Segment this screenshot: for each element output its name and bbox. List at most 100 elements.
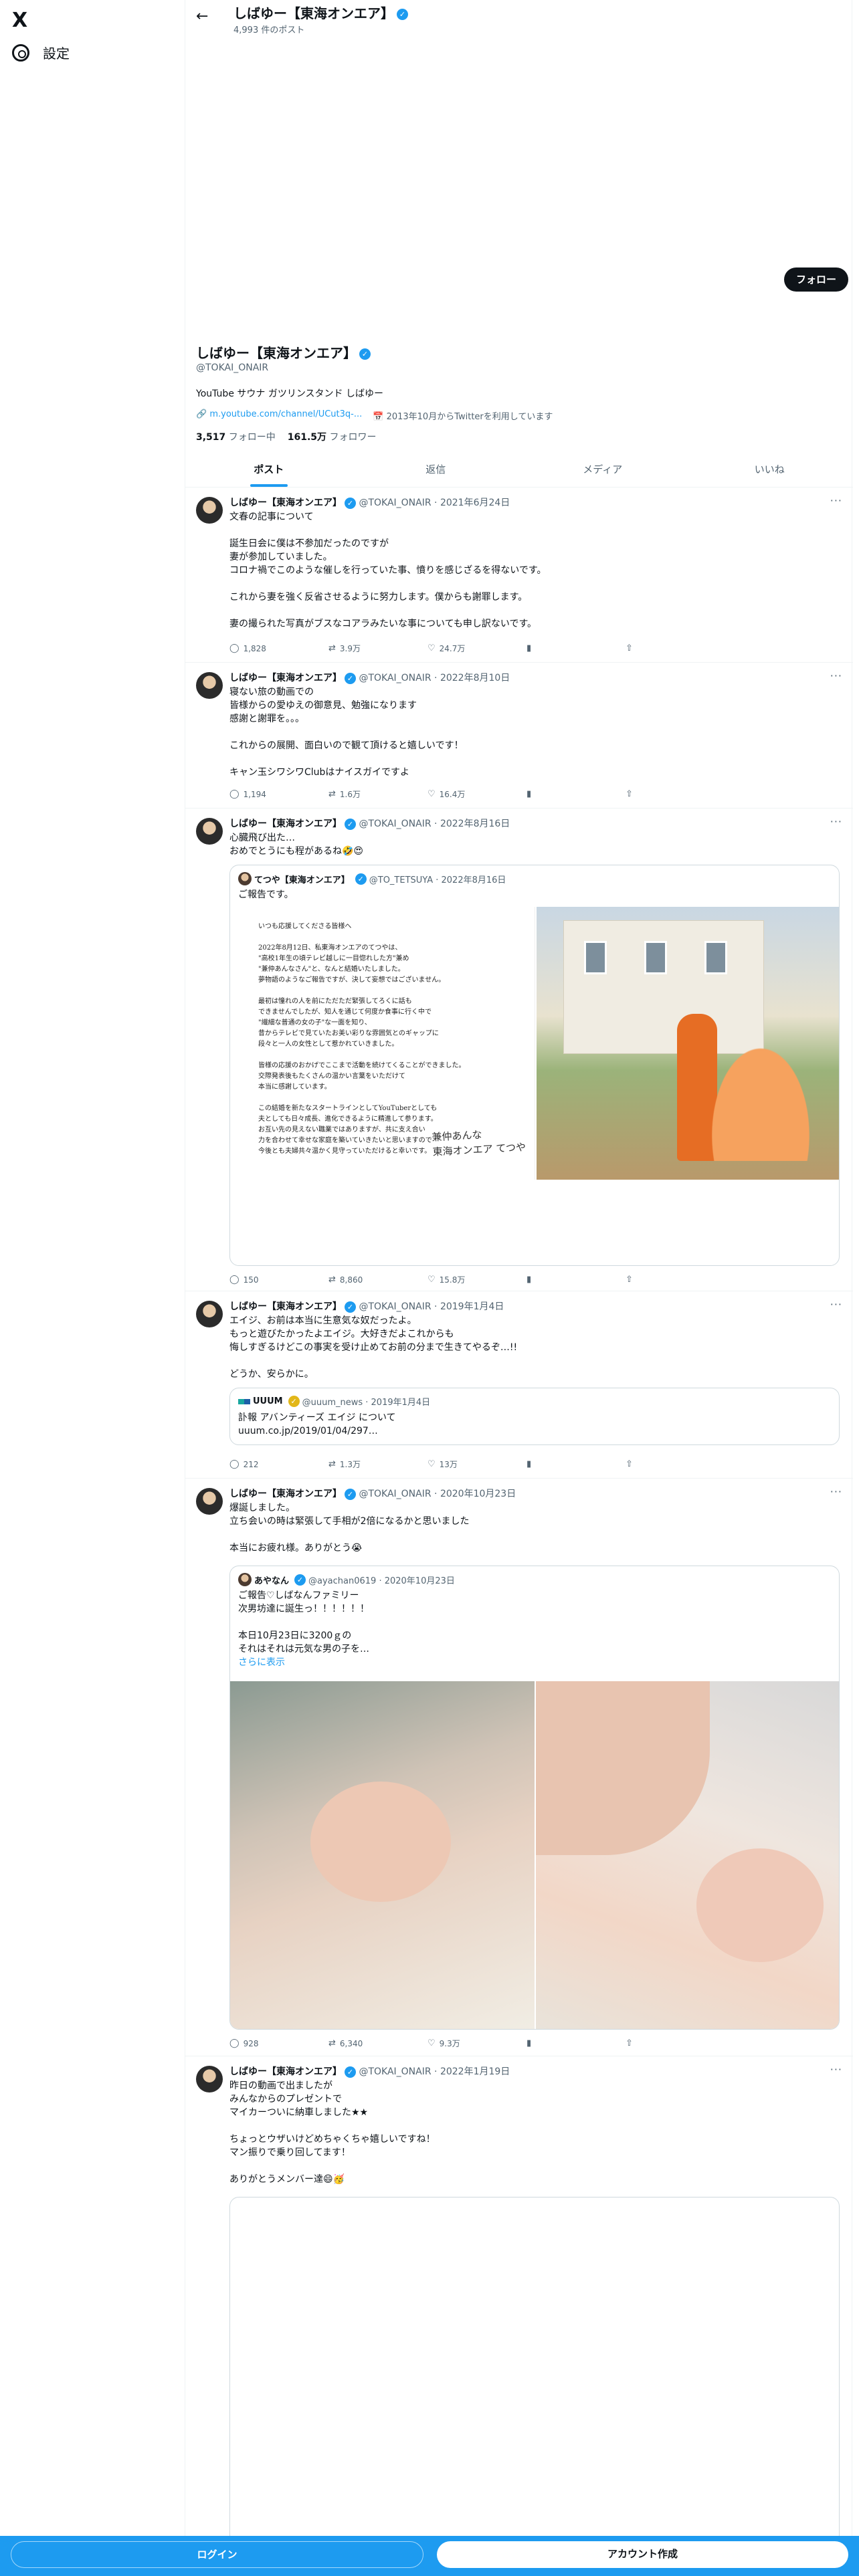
avatar[interactable] [196, 2066, 223, 2092]
tweet[interactable]: しばゆー【東海オンエア】 ✓ @TOKAI_ONAIR · 2022年8月10日 … [185, 663, 853, 809]
author-meta[interactable]: @TOKAI_ONAIR · 2022年1月19日 [359, 2066, 510, 2077]
retweet-button[interactable]: ⇄ 1.6万 [328, 788, 427, 800]
views-button[interactable]: ▮ [527, 2038, 626, 2049]
reply-button[interactable]: ◯ 212 [229, 1459, 328, 1470]
more-options-icon[interactable]: ··· [830, 1298, 842, 1311]
share-button[interactable]: ⇧ [626, 788, 646, 800]
mother-newborn-photo[interactable] [536, 1681, 839, 2029]
signup-button[interactable]: アカウント作成 [437, 2541, 848, 2568]
retweet-button[interactable]: ⇄ 6,340 [328, 2038, 427, 2049]
tweet[interactable]: しばゆー【東海オンエア】 ✓ @TOKAI_ONAIR · 2019年1月4日 ·… [185, 1291, 853, 1479]
author-name[interactable]: しばゆー【東海オンエア】 [229, 2066, 342, 2077]
post-count: 4,993 件のポスト [233, 25, 305, 35]
tweet-actions: ◯ 928 ⇄ 6,340 ♡ 9.3万 ▮ ⇧ [229, 2038, 646, 2049]
tab-replies[interactable]: 返信 [353, 452, 520, 487]
tweet-text: 寝ない旅の動画での 皆様からの愛ゆえの御意見、勉強になります 感謝と謝罪を。。。… [229, 687, 464, 778]
more-options-icon[interactable]: ··· [830, 2063, 842, 2076]
avatar[interactable] [196, 672, 223, 699]
author-meta[interactable]: @TOKAI_ONAIR · 2022年8月10日 [359, 673, 510, 683]
show-more-link[interactable]: さらに表示 [238, 1657, 285, 1668]
profile-link[interactable]: 🔗 m.youtube.com/channel/UCut3q-... [196, 409, 362, 422]
author-name[interactable]: しばゆー【東海オンエア】 [229, 1489, 342, 1499]
author-name[interactable]: しばゆー【東海オンエア】 [229, 1301, 342, 1312]
wedding-photo[interactable] [537, 907, 839, 1180]
share-button[interactable]: ⇧ [626, 2038, 646, 2049]
reply-button[interactable]: ◯ 1,194 [229, 788, 328, 800]
author-name[interactable]: しばゆー【東海オンエア】 [229, 498, 342, 508]
followers-link[interactable]: 161.5万 フォロワー [288, 430, 377, 443]
newborn-photo[interactable] [230, 1681, 535, 2029]
window-shape [644, 941, 667, 974]
retweet-icon: ⇄ [328, 643, 336, 653]
retweet-count: 1.6万 [339, 790, 361, 799]
retweet-button[interactable]: ⇄ 8,860 [328, 1274, 427, 1285]
tweet-actions: ◯ 1,194 ⇄ 1.6万 ♡ 16.4万 ▮ ⇧ [229, 788, 646, 800]
like-button[interactable]: ♡ 15.8万 [427, 1274, 527, 1285]
more-options-icon[interactable]: ··· [830, 1485, 842, 1498]
reply-button[interactable]: ◯ 150 [229, 1274, 328, 1285]
following-link[interactable]: 3,517 フォロー中 [196, 430, 276, 443]
reply-button[interactable]: ◯ 928 [229, 2038, 328, 2049]
tab-media[interactable]: メディア [519, 452, 686, 487]
like-button[interactable]: ♡ 13万 [427, 1459, 527, 1470]
author-name[interactable]: しばゆー【東海オンエア】 [229, 819, 342, 829]
quoted-tweet[interactable]: あやなん ✓ @ayachan0619 · 2020年10月23日 ご報告♡しばなん… [229, 1566, 840, 2030]
quote-author-meta: @uuum_news · 2019年1月4日 [302, 1398, 431, 1408]
share-button[interactable]: ⇧ [626, 1274, 646, 1285]
tweet[interactable]: しばゆー【東海オンエア】 ✓ @TOKAI_ONAIR · 2020年10月23日… [185, 1479, 853, 2056]
tab-likes[interactable]: いいね [686, 452, 854, 487]
retweet-button[interactable]: ⇄ 3.9万 [328, 643, 427, 654]
views-button[interactable]: ▮ [527, 1274, 626, 1285]
settings-label: 設定 [43, 45, 70, 62]
more-options-icon[interactable]: ··· [830, 815, 842, 828]
like-button[interactable]: ♡ 16.4万 [427, 788, 527, 800]
tweet[interactable]: しばゆー【東海オンエア】 ✓ @TOKAI_ONAIR · 2021年6月24日 … [185, 488, 853, 663]
avatar[interactable] [196, 1301, 223, 1327]
follow-button[interactable]: フォロー [784, 267, 848, 292]
quoted-tweet[interactable]: てつや【東海オンエア】 ✓ @TO_TETSUYA · 2022年8月16日 ご報告… [229, 865, 840, 1266]
share-button[interactable]: ⇧ [626, 1459, 646, 1470]
like-count: 24.7万 [439, 644, 466, 653]
tweet-text: 心臓飛び出た… おめでとうにも程があるね🤣😍 [229, 833, 364, 857]
quote-author-name: てつや【東海オンエア】 [254, 875, 350, 885]
tweet[interactable]: しばゆー【東海オンエア】 ✓ @TOKAI_ONAIR · 2022年1月19日 … [185, 2056, 853, 2545]
avatar[interactable] [196, 497, 223, 524]
settings-link[interactable]: 設定 [12, 43, 70, 62]
avatar[interactable] [196, 1488, 223, 1515]
reply-button[interactable]: ◯ 1,828 [229, 643, 328, 654]
following-label: フォロー中 [228, 432, 276, 443]
announcement-letter-image[interactable]: いつも応援してくださる皆様へ 2022年8月12日、私東海オンエアのてつやは、 … [231, 907, 535, 1180]
retweet-button[interactable]: ⇄ 1.3万 [328, 1459, 427, 1470]
back-arrow-icon[interactable]: ← [196, 8, 208, 25]
share-button[interactable]: ⇧ [626, 643, 646, 654]
author-meta[interactable]: @TOKAI_ONAIR · 2022年8月16日 [359, 819, 510, 829]
author-meta[interactable]: @TOKAI_ONAIR · 2021年6月24日 [359, 498, 510, 508]
reply-count: 212 [243, 1459, 259, 1469]
quoted-tweet[interactable]: UUUM ✓ @uuum_news · 2019年1月4日 訃報 アバンティーズ エ… [229, 1388, 840, 1445]
avatar[interactable] [196, 818, 223, 845]
author-meta[interactable]: @TOKAI_ONAIR · 2019年1月4日 [359, 1301, 504, 1312]
views-button[interactable]: ▮ [527, 1459, 626, 1470]
like-button[interactable]: ♡ 24.7万 [427, 643, 527, 654]
media-card[interactable] [229, 2197, 840, 2545]
top-bar: ← しばゆー【東海オンエア】 ✓ 4,993 件のポスト [185, 0, 852, 41]
author-name[interactable]: しばゆー【東海オンエア】 [229, 673, 342, 683]
retweet-icon: ⇄ [328, 789, 336, 799]
retweet-count: 3.9万 [339, 644, 361, 653]
verified-badge-icon: ✓ [359, 348, 371, 360]
x-logo-icon[interactable]: X [12, 9, 35, 32]
views-button[interactable]: ▮ [527, 643, 626, 654]
like-count: 9.3万 [439, 2039, 460, 2048]
like-button[interactable]: ♡ 9.3万 [427, 2038, 527, 2049]
tweet[interactable]: しばゆー【東海オンエア】 ✓ @TOKAI_ONAIR · 2022年8月16日 … [185, 809, 853, 1291]
bottom-signup-bar: ログイン アカウント作成 [0, 2536, 859, 2576]
profile-link-text[interactable]: m.youtube.com/channel/UCut3q-... [209, 409, 362, 419]
profile-handle: @TOKAI_ONAIR [196, 362, 269, 373]
tab-posts[interactable]: ポスト [185, 452, 353, 487]
like-count: 16.4万 [439, 790, 466, 799]
views-button[interactable]: ▮ [527, 788, 626, 800]
more-options-icon[interactable]: ··· [830, 494, 842, 507]
login-button[interactable]: ログイン [11, 2541, 423, 2568]
more-options-icon[interactable]: ··· [830, 669, 842, 682]
author-meta[interactable]: @TOKAI_ONAIR · 2020年10月23日 [359, 1489, 516, 1499]
